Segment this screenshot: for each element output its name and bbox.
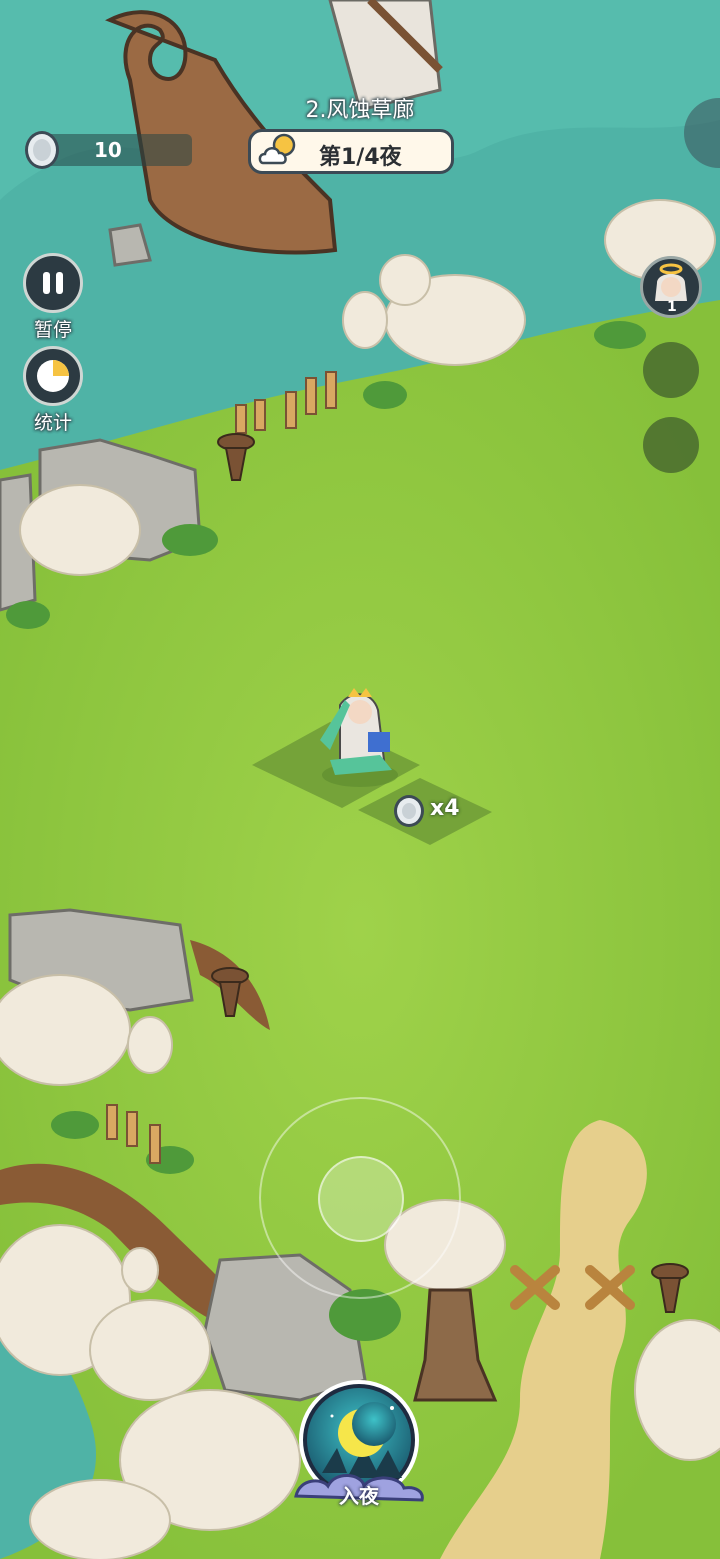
night-progress-label: 第1/4夜 [319, 145, 402, 170]
pause-icon [43, 272, 63, 294]
cloud-sun-icon [258, 133, 296, 165]
enter-night-button[interactable]: 入夜 [292, 1378, 426, 1512]
joystick-knob[interactable] [318, 1156, 404, 1242]
pause-label: 暂停 [33, 319, 72, 341]
stats-label: 统计 [33, 412, 72, 434]
coin-multiplier: x4 [430, 796, 460, 821]
virtual-joystick[interactable] [259, 1097, 461, 1299]
pie-chart-icon [37, 360, 69, 392]
coin-counter: 10 [22, 128, 192, 172]
silver-coin-icon [25, 131, 59, 169]
coin-count: 10 [94, 138, 122, 162]
game-world [0, 0, 720, 1559]
pause-button-circle [23, 253, 83, 313]
empty-hero-slot[interactable] [643, 342, 699, 398]
pause-button[interactable]: 暂停 [22, 253, 84, 342]
enter-night-label: 入夜 [339, 1484, 379, 1508]
night-progress-pill: 第1/4夜 [248, 129, 454, 174]
stats-button-circle [23, 346, 83, 406]
empty-hero-slot[interactable] [643, 417, 699, 473]
hero-count-badge: 1 [667, 299, 677, 315]
stats-button[interactable]: 统计 [22, 346, 84, 435]
silver-coin-icon [394, 795, 424, 827]
level-title: 2.风蚀草廊 [305, 98, 415, 123]
hero-avatar[interactable]: 1 [640, 256, 702, 318]
